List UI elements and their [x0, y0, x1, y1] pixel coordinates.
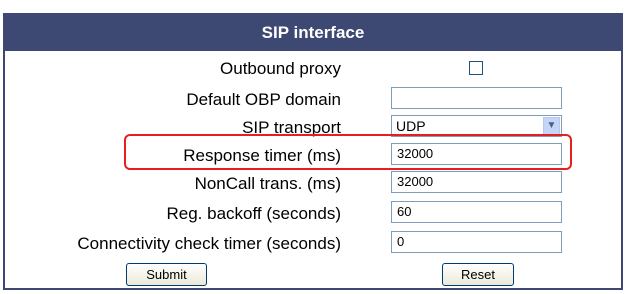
- row-default-obp-domain: Default OBP domain: [5, 84, 621, 115]
- default-obp-domain-field[interactable]: [391, 87, 562, 109]
- noncall-trans-field[interactable]: 32000: [391, 171, 562, 193]
- reset-button[interactable]: Reset: [442, 263, 514, 286]
- noncall-trans-label: NonCall trans. (ms): [194, 174, 341, 193]
- sip-transport-value: UDP: [396, 118, 426, 134]
- submit-button[interactable]: Submit: [126, 263, 207, 286]
- outbound-proxy-label: Outbound proxy: [220, 59, 341, 78]
- reg-backoff-field[interactable]: 60: [391, 201, 562, 223]
- panel-title: SIP interface: [5, 15, 621, 51]
- row-buttons: Submit Reset: [5, 260, 621, 291]
- row-connectivity-check-timer: Connectivity check timer (seconds) 0: [5, 228, 621, 259]
- sip-transport-label: SIP transport: [242, 118, 341, 137]
- sip-interface-panel: SIP interface Outbound proxy Default OBP…: [3, 13, 623, 290]
- reg-backoff-label: Reg. backoff (seconds): [166, 204, 342, 223]
- connectivity-check-timer-field[interactable]: 0: [391, 231, 562, 253]
- row-outbound-proxy: Outbound proxy: [5, 53, 621, 84]
- response-timer-label: Response timer (ms): [183, 146, 341, 165]
- row-reg-backoff: Reg. backoff (seconds) 60: [5, 198, 621, 229]
- connectivity-check-timer-label: Connectivity check timer (seconds): [77, 234, 341, 253]
- response-timer-field[interactable]: 32000: [391, 143, 562, 165]
- row-sip-transport: SIP transport UDP ▼: [5, 112, 621, 143]
- row-response-timer: Response timer (ms) 32000: [5, 140, 621, 171]
- chevron-down-icon[interactable]: ▼: [543, 117, 560, 135]
- outbound-proxy-checkbox[interactable]: [469, 61, 483, 75]
- row-noncall-trans: NonCall trans. (ms) 32000: [5, 168, 621, 199]
- default-obp-domain-label: Default OBP domain: [186, 90, 341, 109]
- sip-transport-select[interactable]: UDP ▼: [391, 115, 562, 137]
